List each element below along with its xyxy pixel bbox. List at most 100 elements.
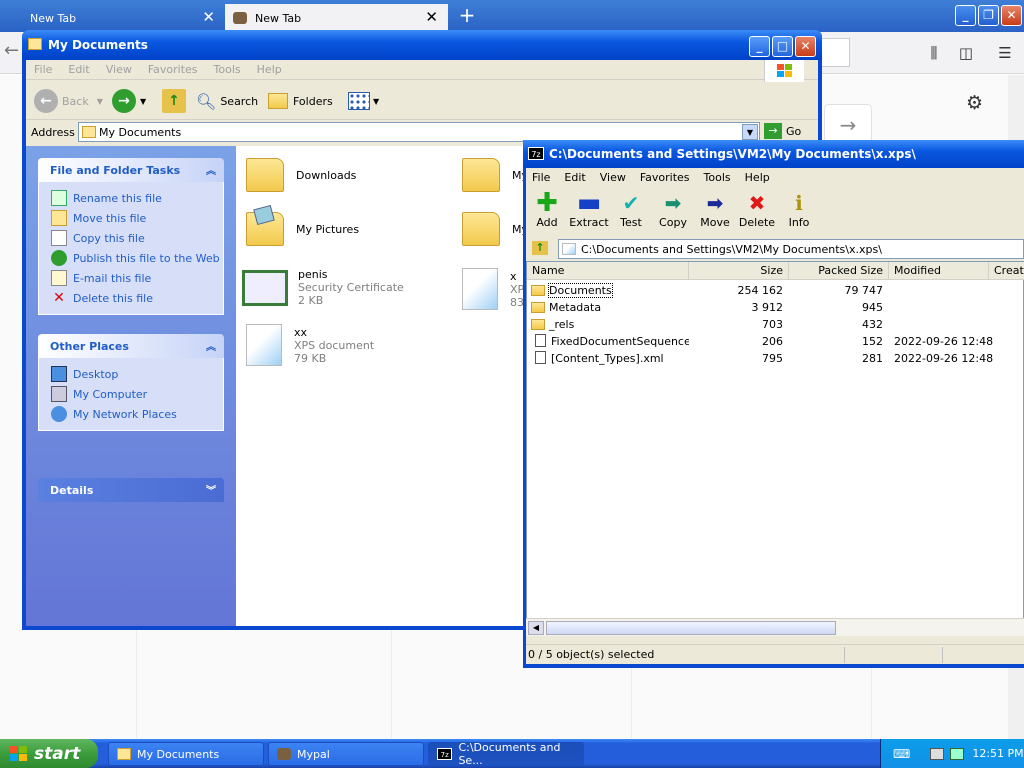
collapse-icon[interactable]: ︽: [206, 162, 216, 177]
panel-header[interactable]: Details ︾: [38, 478, 224, 502]
gear-icon[interactable]: ⚙: [966, 92, 983, 114]
taskbar-button-7zip[interactable]: 7z C:\Documents and Se...: [428, 741, 584, 767]
minimize-icon[interactable]: _: [955, 5, 976, 26]
menu-favorites[interactable]: Favorites: [148, 63, 198, 76]
task-delete[interactable]: ✕ Delete this file: [39, 288, 223, 308]
go-button[interactable]: → Go: [764, 123, 801, 139]
collapse-icon[interactable]: ︽: [206, 338, 216, 353]
horizontal-scrollbar[interactable]: ◀: [526, 618, 1024, 636]
close-icon[interactable]: ✕: [1001, 5, 1022, 26]
move-button[interactable]: ➡ Move: [694, 190, 736, 229]
chevron-down-icon[interactable]: ▼: [742, 124, 758, 140]
table-row[interactable]: Metadata 3 912 945: [527, 299, 1024, 316]
table-row[interactable]: [Content_Types].xml 795 281 2022-09-26 1…: [527, 350, 1024, 367]
task-copy[interactable]: Copy this file: [39, 228, 223, 248]
task-email[interactable]: E-mail this file: [39, 268, 223, 288]
views-button[interactable]: ▼: [348, 88, 379, 114]
menu-tools[interactable]: Tools: [704, 171, 731, 184]
info-button[interactable]: ℹ Info: [778, 190, 820, 229]
up-folder-icon[interactable]: ↑: [532, 241, 548, 255]
file-item-my-music[interactable]: My: [462, 158, 528, 192]
delete-button[interactable]: ✖ Delete: [736, 190, 778, 229]
file-item-downloads[interactable]: Downloads: [246, 158, 356, 192]
taskbar-button-my-documents[interactable]: My Documents: [108, 742, 264, 766]
browser-tab-1[interactable]: New Tab ✕: [0, 4, 225, 32]
row-name: [Content_Types].xml: [551, 352, 664, 365]
table-row[interactable]: _rels 703 432: [527, 316, 1024, 333]
restore-icon[interactable]: ❐: [978, 5, 999, 26]
file-item-x[interactable]: x XP 83: [462, 268, 524, 310]
column-packed-size[interactable]: Packed Size: [789, 262, 889, 280]
close-icon[interactable]: ✕: [202, 10, 215, 25]
browser-tab-2[interactable]: New Tab ✕: [225, 4, 448, 32]
forward-button[interactable]: → ▼: [112, 88, 146, 114]
minimize-icon[interactable]: _: [749, 36, 770, 57]
new-tab-button[interactable]: +: [456, 4, 478, 28]
extract-button[interactable]: ▬ Extract: [568, 190, 610, 229]
address-input[interactable]: My Documents ▼: [78, 122, 760, 142]
test-button[interactable]: ✔ Test: [610, 190, 652, 229]
file-item-xx[interactable]: xx XPS document 79 KB: [246, 324, 374, 366]
url-bar[interactable]: [820, 38, 850, 67]
column-name[interactable]: Name: [527, 262, 689, 280]
add-button[interactable]: ✚ Add: [526, 190, 568, 229]
up-folder-button[interactable]: ↑: [162, 88, 190, 114]
place-my-computer[interactable]: My Computer: [39, 384, 223, 404]
taskbar-button-mypal[interactable]: Mypal: [268, 742, 424, 766]
panel-header[interactable]: Other Places ︽: [38, 334, 224, 358]
folder-icon: [531, 302, 545, 313]
menu-file[interactable]: File: [532, 171, 550, 184]
start-button[interactable]: start: [0, 739, 98, 768]
copy-button[interactable]: ➡ Copy: [652, 190, 694, 229]
keyboard-icon[interactable]: ⌨: [893, 747, 910, 761]
task-publish[interactable]: Publish this file to the Web: [39, 248, 223, 268]
file-type: Security Certificate: [298, 281, 404, 294]
menu-favorites[interactable]: Favorites: [640, 171, 690, 184]
back-button[interactable]: ← Back ▼: [34, 88, 103, 114]
menu-tools[interactable]: Tools: [214, 63, 241, 76]
maximize-icon[interactable]: □: [772, 36, 793, 57]
expand-icon[interactable]: ︾: [206, 482, 216, 497]
place-network[interactable]: My Network Places: [39, 404, 223, 424]
sevenzip-title: C:\Documents and Settings\VM2\My Documen…: [549, 147, 916, 161]
xps-document-icon: [246, 324, 282, 366]
path-input[interactable]: C:\Documents and Settings\VM2\My Documen…: [558, 239, 1024, 259]
file-item-certificate[interactable]: penis Security Certificate 2 KB: [242, 268, 404, 307]
column-modified[interactable]: Modified: [889, 262, 989, 280]
library-icon[interactable]: ⫼: [924, 44, 944, 62]
row-packed-size: 281: [862, 352, 883, 365]
task-rename[interactable]: Rename this file: [39, 188, 223, 208]
scroll-thumb[interactable]: [546, 621, 836, 635]
place-desktop[interactable]: Desktop: [39, 364, 223, 384]
search-button[interactable]: 🔍︎ Search: [196, 88, 258, 114]
menu-help[interactable]: Help: [745, 171, 770, 184]
folders-button[interactable]: Folders: [268, 88, 333, 114]
sevenzip-title-bar[interactable]: C:\Documents and Settings\VM2\My Documen…: [523, 140, 1024, 168]
table-row[interactable]: Documents 254 162 79 747: [527, 282, 1024, 299]
menu-edit[interactable]: Edit: [68, 63, 89, 76]
menu-help[interactable]: Help: [257, 63, 282, 76]
hamburger-menu-icon[interactable]: ☰: [995, 44, 1015, 62]
row-name: _rels: [549, 318, 575, 331]
scroll-left-icon[interactable]: ◀: [528, 621, 544, 635]
close-icon[interactable]: ✕: [425, 10, 438, 25]
menu-view[interactable]: View: [106, 63, 132, 76]
minus-icon: ▬: [576, 188, 602, 218]
network-icon[interactable]: [950, 747, 965, 760]
explorer-title-bar[interactable]: My Documents: [22, 30, 822, 60]
menu-view[interactable]: View: [600, 171, 626, 184]
column-size[interactable]: Size: [689, 262, 789, 280]
task-move[interactable]: Move this file: [39, 208, 223, 228]
close-icon[interactable]: ✕: [795, 36, 816, 57]
row-size: 3 912: [751, 301, 784, 314]
table-row[interactable]: FixedDocumentSequence… 206 152 2022-09-2…: [527, 333, 1024, 350]
file-item-my-videos[interactable]: My: [462, 212, 528, 246]
menu-file[interactable]: File: [34, 63, 52, 76]
sidebar-icon[interactable]: ◫: [956, 44, 976, 62]
file-item-my-pictures[interactable]: My Pictures: [246, 204, 359, 246]
safely-remove-icon[interactable]: [930, 747, 945, 760]
menu-edit[interactable]: Edit: [564, 171, 585, 184]
panel-header[interactable]: File and Folder Tasks ︽: [38, 158, 224, 182]
column-created[interactable]: Create: [989, 262, 1024, 280]
back-label: Back: [62, 94, 89, 108]
